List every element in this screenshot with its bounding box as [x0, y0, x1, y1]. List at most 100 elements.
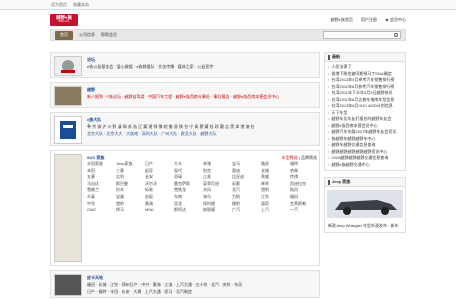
member-center-link[interactable]: ★ 会员中心: [385, 17, 406, 23]
brand-link[interactable]: 别克: [203, 168, 230, 175]
club-thumbnail[interactable]: [54, 116, 82, 144]
brand-link[interactable]: 福特: [290, 161, 317, 168]
brand-link[interactable]: 启辰: [145, 194, 172, 201]
brand-link[interactable]: 丰田家族: [87, 161, 114, 168]
brand-link[interactable]: MINI: [145, 207, 172, 214]
brand-link[interactable]: 荣威: [261, 174, 288, 181]
brand-link[interactable]: 广汽: [232, 207, 259, 214]
brand-link[interactable]: 比亚迪: [232, 174, 259, 181]
offroad-thumbnail[interactable]: [54, 86, 82, 106]
forum-links[interactable]: e族公益基金会 · 爱心救援 · e族救援队 · 文化传播 · 媒体之家 · 公…: [87, 63, 317, 70]
pickup-links-1[interactable]: 福田 · 长城 · 江铃 · 郑州日产 · 中兴 · 黄海 · 江淮 · 上汽大…: [87, 281, 317, 288]
brand-link[interactable]: 保时捷: [203, 201, 230, 208]
brand-link[interactable]: 上汽: [261, 207, 288, 214]
brand-link[interactable]: 江淮: [203, 174, 230, 181]
brand-link[interactable]: 林肯: [261, 181, 288, 188]
pickup-thumbnail[interactable]: [54, 274, 82, 296]
site-logo[interactable]: 越野e族 fblife.com: [50, 14, 78, 26]
brand-link[interactable]: 北汽: [232, 187, 259, 194]
brand-link[interactable]: 东南: [174, 194, 201, 201]
brand-link[interactable]: 黄海: [145, 201, 172, 208]
suv-title[interactable]: SUV 家族: [87, 154, 104, 161]
brand-link[interactable]: 传祺: [290, 174, 317, 181]
brand-link[interactable]: 悍马: [116, 207, 143, 214]
brand-link[interactable]: 吉利: [116, 174, 143, 181]
set-home-link[interactable]: 设为首页: [51, 2, 67, 8]
offroad-title[interactable]: 越野: [87, 86, 317, 93]
brand-link[interactable]: 纳智捷: [203, 207, 230, 214]
pickup-links-2[interactable]: 日产 · 福特 · 丰田 · 长安 · 大通 · 上汽大通 · 凯马 · 北汽制…: [87, 288, 317, 295]
brand-link[interactable]: 猎豹: [116, 201, 143, 208]
brand-link[interactable]: 捷豹: [232, 201, 259, 208]
forum-title[interactable]: 论坛: [87, 56, 317, 63]
offroad-links[interactable]: 新人报到 · F族论坛 · 越野自驾游 · 中国汽车工程 · 越野e族西南分事处…: [87, 93, 317, 100]
brand-link[interactable]: 雷克萨斯: [174, 181, 201, 188]
model-filter-tab[interactable]: 车型筛选: [282, 155, 298, 160]
bullet-icon: •: [328, 122, 330, 128]
brand-link[interactable]: 福田: [290, 194, 317, 201]
brand-link[interactable]: 力帆: [232, 194, 259, 201]
suv-banner[interactable]: [54, 154, 82, 262]
nav-company-tab[interactable]: 公司信息: [79, 32, 95, 38]
brand-link[interactable]: 宝骏: [116, 194, 143, 201]
brand-link[interactable]: 陆风: [290, 187, 317, 194]
province-links[interactable]: 粤 京 渝 沪 川 黔 滇 闽 苏 浙 辽 冀 湘 鄂 豫 皖 鲁 晋 陕 甘 …: [87, 123, 317, 130]
brand-link[interactable]: 长城: [261, 168, 288, 175]
bookmark-link[interactable]: 收藏本站: [73, 2, 89, 8]
brand-link[interactable]: 英菲尼迪: [203, 181, 230, 188]
brand-link[interactable]: 铃木: [116, 187, 143, 194]
search-icon[interactable]: [394, 33, 398, 37]
brand-link[interactable]: 日产: [145, 161, 172, 168]
nav-home-tab[interactable]: 首页: [55, 30, 73, 40]
brand-link[interactable]: 五菱: [87, 174, 114, 181]
brand-link[interactable]: 海马: [203, 194, 230, 201]
brand-link[interactable]: 东风: [203, 187, 230, 194]
brand-link[interactable]: 道奇: [261, 201, 288, 208]
brand-link[interactable]: 宝马: [232, 161, 259, 168]
brand-link[interactable]: 起亚: [145, 168, 172, 175]
brand-link[interactable]: 奔驰: [203, 161, 230, 168]
register-link[interactable]: 用户注册: [361, 17, 377, 23]
brand-link[interactable]: 长安: [145, 174, 172, 181]
brand-link[interactable]: 哈弗: [290, 168, 317, 175]
news-item[interactable]: • 越野e族越野交通中心: [328, 162, 402, 169]
brand-link[interactable]: 路虎: [261, 161, 288, 168]
brand-link[interactable]: 现代: [174, 168, 201, 175]
brand-link[interactable]: 克莱斯勒: [290, 201, 317, 208]
brand-link[interactable]: 本田: [87, 168, 114, 175]
brand-link[interactable]: 一汽: [290, 207, 317, 214]
club-title[interactable]: e族大队: [87, 116, 317, 123]
brand-link[interactable]: 雪佛兰: [87, 187, 114, 194]
brand-link[interactable]: 沃尔沃: [145, 181, 172, 188]
nav-member-tab[interactable]: 帮帮会员: [101, 32, 117, 38]
brand-link[interactable]: 江铃: [261, 194, 288, 201]
club-links[interactable]: 北京大队 · 北京大大 · 大族地 · 深圳大队 · 广州大队 · 欧亚大队 ·…: [87, 130, 317, 137]
brand-link[interactable]: 大众: [174, 161, 201, 168]
brand-link[interactable]: 讴歌: [232, 181, 259, 188]
brand-link[interactable]: 众泰: [87, 194, 114, 201]
brand-link[interactable]: 斯巴鲁: [116, 181, 143, 188]
bullet-icon: •: [328, 135, 330, 141]
brand-link[interactable]: 奇瑞: [174, 174, 201, 181]
brand-link[interactable]: 奥迪: [232, 168, 259, 175]
bullet-icon: •: [328, 116, 330, 121]
brand-filter-tab[interactable]: 品牌筛选: [301, 155, 317, 160]
brand-link[interactable]: 马自达: [87, 181, 114, 188]
search-input[interactable]: [323, 31, 401, 39]
pickup-title[interactable]: 皮卡天地: [87, 274, 317, 281]
brand-link[interactable]: GMC: [87, 207, 114, 214]
brand-link[interactable]: 三菱: [116, 168, 143, 175]
jeep-car-image[interactable]: [327, 190, 403, 218]
header-home-link[interactable]: 越野e族首页: [331, 17, 353, 23]
forum-thumbnail[interactable]: [54, 56, 82, 76]
brand-link[interactable]: Jeep家族: [116, 161, 143, 168]
brand-link[interactable]: 雪铁龙: [174, 187, 201, 194]
brand-link[interactable]: 双龙: [174, 201, 201, 208]
brand-link[interactable]: 猎豹: [261, 187, 288, 194]
brand-link[interactable]: 凯迪拉克: [290, 181, 317, 188]
brand-link[interactable]: 中华: [87, 201, 114, 208]
brand-link[interactable]: 标致: [145, 187, 172, 194]
latest-list: • 人民法律了 • 香港下跌也被阿斯顿马丁DNA确定 • 台湾2013年5月参考汽车销售排…: [325, 62, 405, 170]
brand-link[interactable]: 斯柯达: [174, 207, 201, 214]
jeep-caption[interactable]: 新款Jeep Wrangler 车型外观发布 · 新车: [325, 221, 405, 232]
